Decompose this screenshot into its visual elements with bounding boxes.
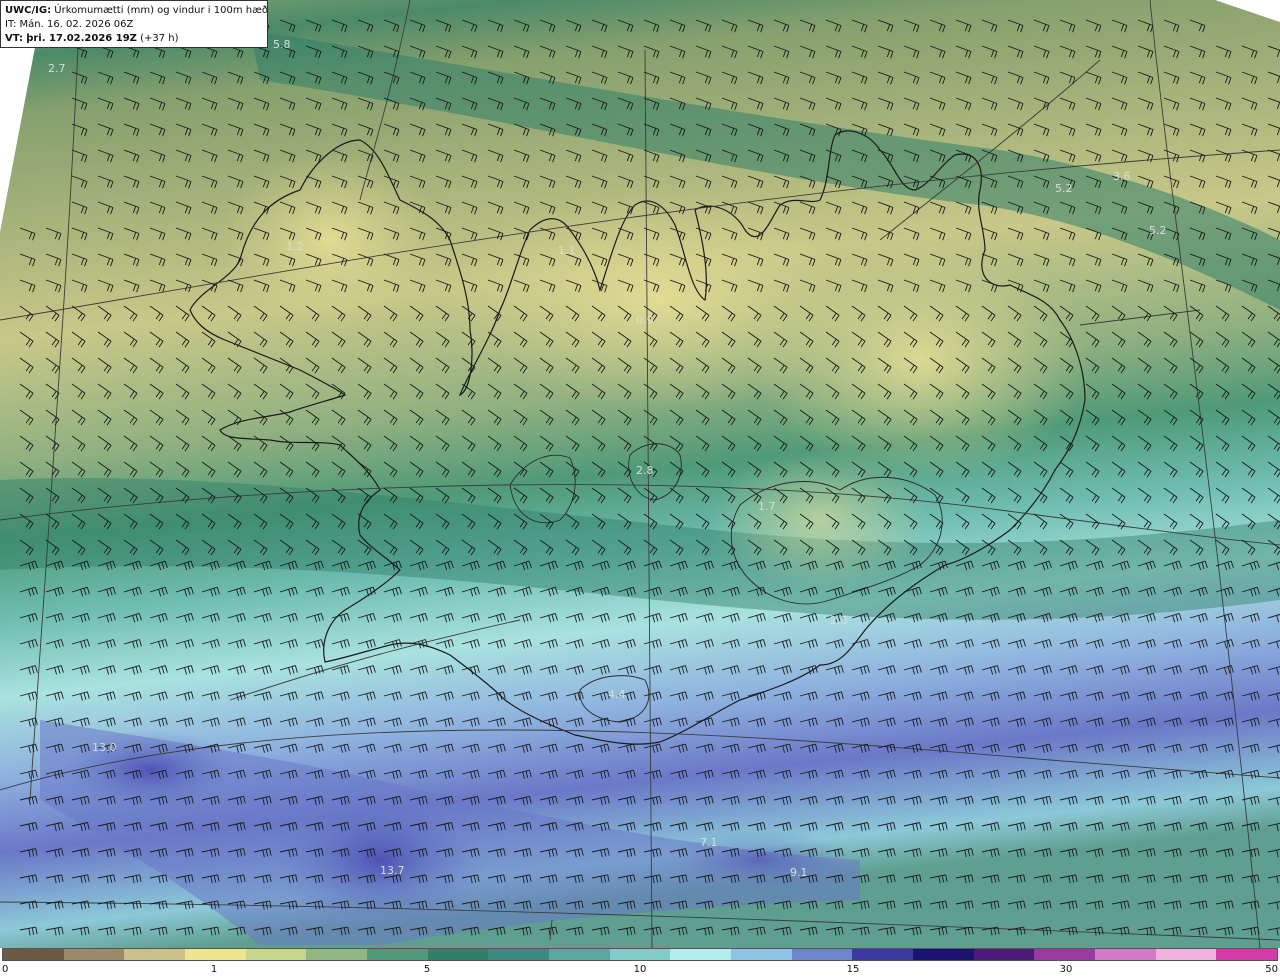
- parameter-name: Úrkomumætti (mm) og vindur i 100m hæð: [54, 5, 268, 16]
- precipitation-wind-map: 5.8 2.7 5.2 3.6 5.2 1.1 0.9 1.2 2.8 1.7 …: [0, 0, 1280, 948]
- colorbar-segment: [1034, 949, 1096, 960]
- map-label: 13.7: [380, 864, 405, 877]
- colorbar-segment: [63, 949, 125, 960]
- colorbar-tick: 30: [1059, 964, 1073, 975]
- model-name: UWC/IG:: [5, 5, 52, 16]
- map-label: 2.8: [636, 464, 654, 477]
- colorbar-segment: [185, 949, 246, 960]
- colorbar-segment: [3, 949, 64, 960]
- land-dry-area-1: [220, 150, 440, 330]
- valid-time-value: þri. 17.02.2026 19Z: [26, 33, 137, 44]
- colorbar-segment: [852, 949, 914, 960]
- map-label: 1.1: [558, 244, 576, 257]
- forecast-map-view: 5.8 2.7 5.2 3.6 5.2 1.1 0.9 1.2 2.8 1.7 …: [0, 0, 1280, 978]
- land-dry-area-4: [710, 450, 930, 590]
- colorbar-tick: 10: [633, 964, 647, 975]
- map-label: 1.2: [286, 240, 304, 253]
- map-label: 5.8: [273, 38, 291, 51]
- init-time-line: IT: Mán. 16. 02. 2026 06Z: [5, 18, 263, 32]
- map-label: 7.1: [700, 836, 718, 849]
- map-label: 0.9: [636, 314, 654, 327]
- colorbar-tick: 15: [846, 964, 860, 975]
- colorbar-segment: [124, 949, 186, 960]
- colorbar-segment: [488, 949, 550, 960]
- colorbar-segment: [1155, 949, 1217, 960]
- colorbar-segment: [609, 949, 671, 960]
- valid-time-label: VT:: [5, 33, 24, 44]
- map-label: 9.1: [790, 866, 808, 879]
- map-label: 2.7: [48, 62, 66, 75]
- land-dry-area-3: [750, 240, 1090, 480]
- map-label: 13.0: [92, 741, 117, 754]
- colorbar-segment: [1216, 949, 1277, 960]
- title-line: UWC/IG: Úrkomumætti (mm) og vindur i 100…: [5, 4, 267, 18]
- map-label: 5.2: [1055, 182, 1073, 195]
- heavy-precip-spot-3: [660, 830, 860, 890]
- map-label: 3.6: [1113, 170, 1131, 183]
- colorbar-segment: [306, 949, 368, 960]
- forecast-info-box: UWC/IG: Úrkomumætti (mm) og vindur i 100…: [0, 0, 268, 48]
- colorbar-segment: [1095, 949, 1156, 960]
- map-label: 2.8: [830, 614, 848, 627]
- colorbar-tick: 1: [210, 964, 218, 975]
- colorbar-segment: [791, 949, 853, 960]
- colorbar-strip: [2, 948, 1278, 961]
- colorbar-segment: [549, 949, 610, 960]
- colorbar-segment: [973, 949, 1035, 960]
- colorbar-tick: 5: [423, 964, 431, 975]
- valid-time-offset: (+37 h): [140, 33, 179, 44]
- colorbar-segment: [731, 949, 792, 960]
- colorbar-segment: [245, 949, 307, 960]
- map-label: 4.4: [608, 688, 626, 701]
- map-label: 5.2: [1149, 224, 1167, 237]
- colorbar-segment: [670, 949, 732, 960]
- colorbar-segment: [913, 949, 974, 960]
- precipitation-colorbar: 0 1 5 10 15 30 50: [0, 948, 1280, 978]
- init-time-label: IT:: [5, 19, 17, 30]
- heavy-precip-spot-1: [270, 790, 490, 930]
- map-label: 1.7: [758, 500, 776, 513]
- valid-time-line: VT: þri. 17.02.2026 19Z (+37 h): [5, 32, 263, 46]
- colorbar-tick: 0: [2, 964, 9, 975]
- colorbar-tick: 50: [1265, 964, 1278, 975]
- colorbar-segment: [367, 949, 428, 960]
- init-time-value: Mán. 16. 02. 2026 06Z: [19, 19, 134, 30]
- colorbar-segment: [427, 949, 489, 960]
